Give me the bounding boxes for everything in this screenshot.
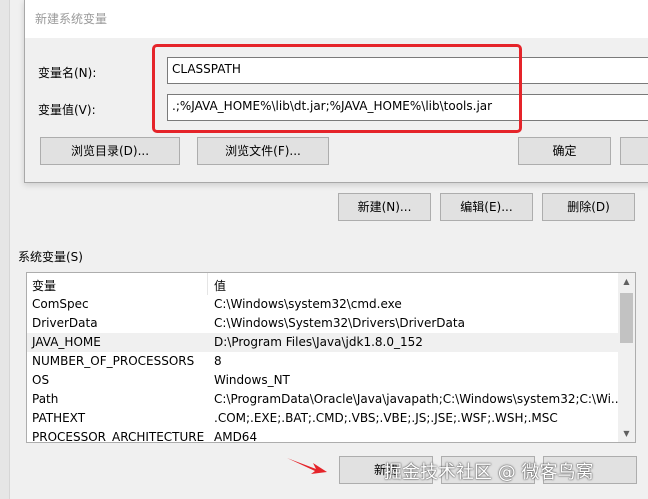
row-variable-name: OS [32, 373, 50, 387]
table-row[interactable]: JAVA_HOME D:\Program Files\Java\jdk1.8.0… [27, 333, 618, 352]
table-row[interactable]: ComSpec C:\Windows\system32\cmd.exe [27, 295, 618, 314]
table-row[interactable]: Path C:\ProgramData\Oracle\Java\javapath… [27, 390, 622, 409]
table-row[interactable]: DriverData C:\Windows\System32\Drivers\D… [27, 314, 618, 333]
list-header: 变量 值 [27, 273, 618, 295]
system-variables-list[interactable]: 变量 值 ComSpec C:\Windows\system32\cmd.exe… [26, 272, 636, 443]
column-header-value[interactable]: 值 [214, 277, 226, 294]
scroll-thumb[interactable] [620, 293, 633, 343]
row-variable-name: JAVA_HOME [32, 335, 101, 349]
table-row[interactable]: PROCESSOR_ARCHITECTURE AMD64 [27, 428, 618, 443]
browse-directory-button[interactable]: 浏览目录(D)... [40, 137, 180, 165]
row-variable-name: ComSpec [32, 297, 89, 311]
row-variable-value: C:\Windows\system32\cmd.exe [214, 297, 402, 311]
row-variable-name: Path [32, 392, 59, 406]
row-variable-name: PROCESSOR_ARCHITECTURE [32, 430, 205, 443]
row-variable-value: D:\Program Files\Java\jdk1.8.0_152 [214, 335, 423, 349]
browse-file-button[interactable]: 浏览文件(F)... [197, 137, 329, 165]
row-variable-name: PATHEXT [32, 411, 86, 425]
row-variable-value: C:\Windows\System32\Drivers\DriverData [214, 316, 465, 330]
column-header-variable[interactable]: 变量 [32, 277, 56, 294]
table-row[interactable]: OS Windows_NT [27, 371, 618, 390]
column-divider [207, 273, 208, 295]
row-variable-value: .COM;.EXE;.BAT;.CMD;.VBS;.VBE;.JS;.JSE;.… [214, 411, 558, 425]
row-variable-value: C:\ProgramData\Oracle\Java\javapath;C:\W… [214, 392, 623, 406]
red-arrow-icon [287, 458, 327, 474]
user-variable-new-button[interactable]: 新建(N)... [338, 193, 431, 221]
table-row[interactable]: PATHEXT .COM;.EXE;.BAT;.CMD;.VBS;.VBE;.J… [27, 409, 618, 428]
ok-button[interactable]: 确定 [518, 137, 611, 165]
background-window-edge [0, 0, 10, 499]
user-variable-edit-button[interactable]: 编辑(E)... [440, 193, 533, 221]
user-variable-delete-button[interactable]: 删除(D) [542, 193, 635, 221]
cancel-button[interactable] [620, 137, 648, 165]
row-variable-value: AMD64 [214, 430, 258, 443]
variable-value-label: 变量值(V): [38, 103, 96, 117]
row-variable-value: Windows_NT [214, 373, 290, 387]
vertical-scrollbar[interactable]: ▲ ▼ [618, 273, 635, 442]
dialog-title: 新建系统变量 [35, 12, 108, 26]
row-variable-value: 8 [214, 354, 222, 368]
scroll-up-arrow-icon[interactable]: ▲ [618, 273, 635, 290]
scroll-down-arrow-icon[interactable]: ▼ [618, 425, 635, 442]
highlight-annotation-box [152, 44, 522, 133]
watermark-text: 掘金技术社区 @ 微客鸟窝 [384, 462, 594, 483]
table-row[interactable]: NUMBER_OF_PROCESSORS 8 [27, 352, 618, 371]
system-variables-title: 系统变量(S) [18, 250, 83, 264]
dialog-titlebar[interactable]: 新建系统变量 [25, 0, 648, 38]
row-variable-name: DriverData [32, 316, 98, 330]
variable-name-label: 变量名(N): [38, 66, 97, 80]
row-variable-name: NUMBER_OF_PROCESSORS [32, 354, 195, 368]
